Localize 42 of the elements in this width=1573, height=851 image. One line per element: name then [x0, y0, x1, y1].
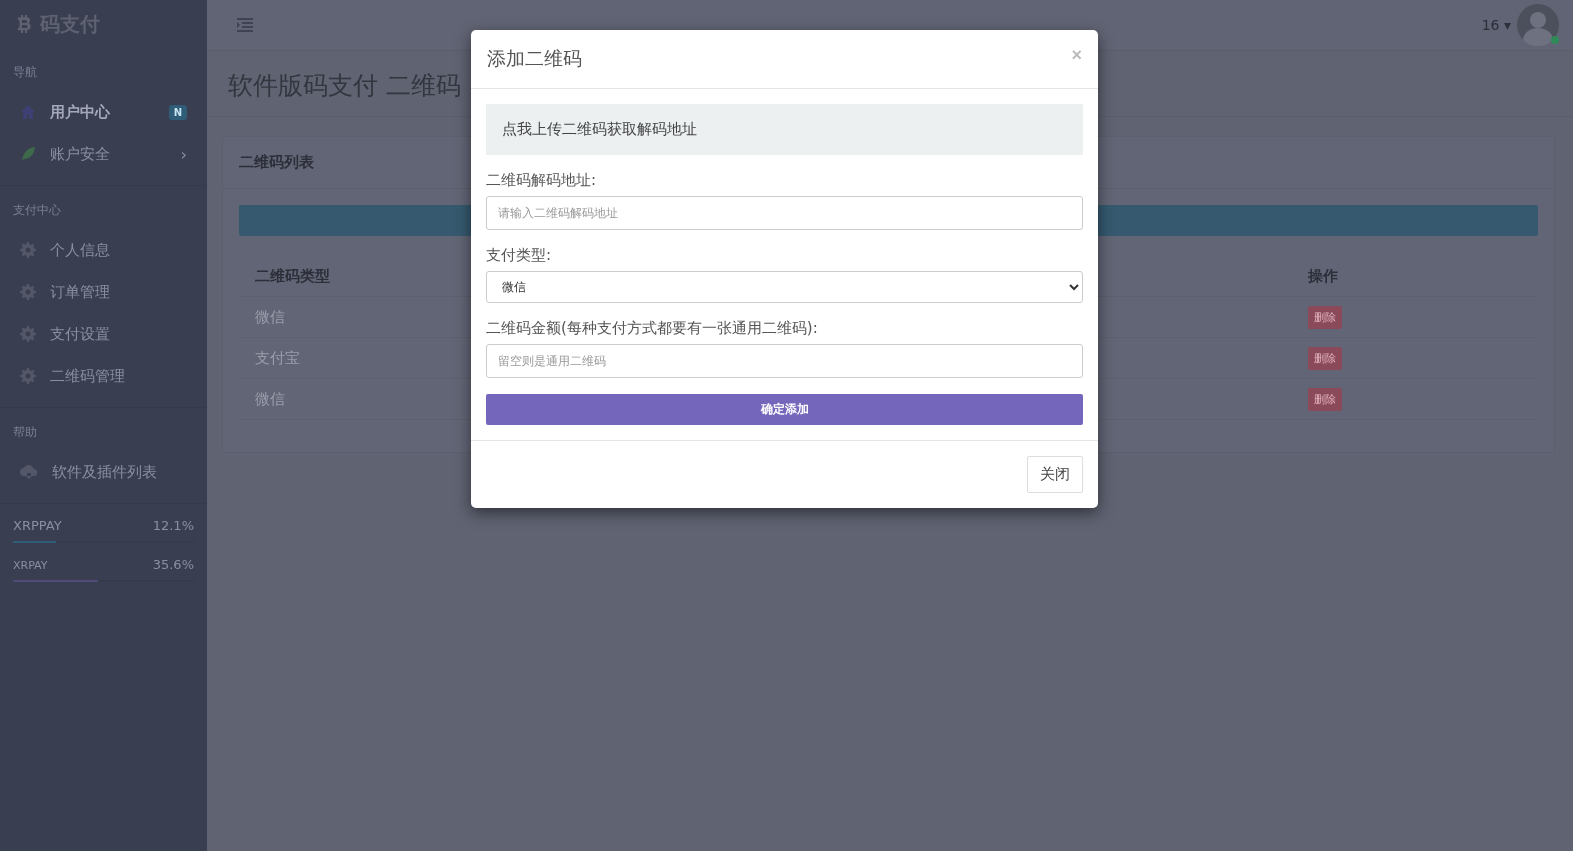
column-header: 二维码类型	[255, 267, 330, 285]
field-label: 二维码解码地址:	[486, 171, 598, 190]
gear-icon	[20, 368, 36, 384]
gear-icon	[20, 284, 36, 300]
nav-item[interactable]: 订单管理	[0, 271, 207, 313]
upload-area[interactable]: 点我上传二维码获取解码地址	[486, 104, 1083, 155]
progress-reading: 12.1%	[152, 518, 194, 533]
nav-item[interactable]: 个人信息	[0, 229, 207, 271]
chevron: ›	[180, 144, 187, 164]
user-menu[interactable]: 16 ▾	[1481, 17, 1511, 33]
column-header: 操作	[1308, 267, 1338, 285]
field-label: 支付类型:	[486, 246, 553, 265]
home-icon	[20, 104, 36, 120]
input-field[interactable]: 留空则是通用二维码	[486, 344, 1083, 378]
progress-label: XRPAY	[13, 559, 48, 572]
gear-icon	[20, 242, 36, 258]
submit-button[interactable]: 确定添加	[486, 394, 1083, 425]
cloud-download-icon	[20, 464, 38, 480]
nav-section-title: 导航	[12, 64, 38, 81]
close-button[interactable]: 关闭	[1027, 456, 1083, 493]
bitcoin-icon	[18, 15, 32, 33]
nav-item[interactable]: 支付设置	[0, 313, 207, 355]
delete-button[interactable]: 删除	[1308, 387, 1342, 411]
online-status-dot	[1551, 36, 1559, 44]
nav-item[interactable]: 用户中心 N	[0, 91, 207, 133]
new-badge: N	[168, 104, 187, 120]
payment-type-select[interactable]: 微信	[486, 271, 1083, 303]
delete-button[interactable]: 删除	[1308, 305, 1342, 329]
nav-section-title: 支付中心	[12, 202, 62, 219]
gear-icon	[20, 326, 36, 342]
input-field[interactable]: 请输入二维码解码地址	[486, 196, 1083, 230]
delete-button[interactable]: 删除	[1308, 346, 1342, 370]
leaf-icon	[20, 146, 36, 162]
menu-icon[interactable]	[237, 18, 253, 32]
nav-item[interactable]: 账户安全 ›	[0, 133, 207, 175]
progress-label: XRPPAY	[13, 518, 62, 533]
nav-item[interactable]: 软件及插件列表	[0, 451, 207, 493]
avatar[interactable]	[1517, 4, 1559, 46]
nav-section-title: 帮助	[12, 424, 38, 441]
nav-item[interactable]: 二维码管理	[0, 355, 207, 397]
field-label: 二维码金额(每种支付方式都要有一张通用二维码):	[486, 319, 819, 338]
progress-reading: 35.6%	[152, 557, 194, 572]
